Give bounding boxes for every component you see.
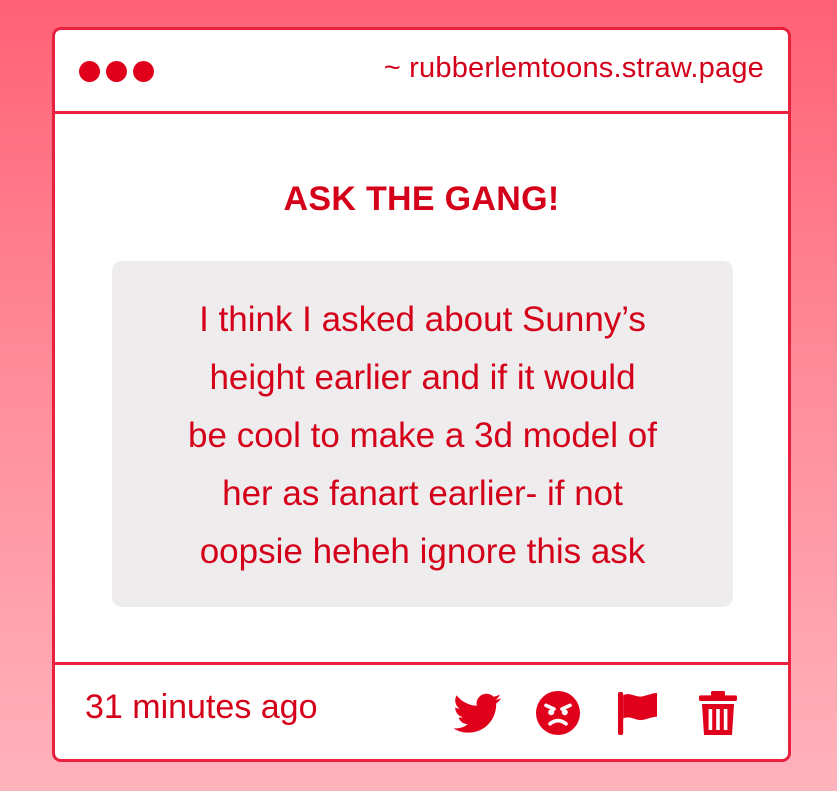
flag-icon[interactable]	[614, 689, 662, 737]
page-title: ASK THE GANG!	[283, 180, 560, 218]
ask-line: I think I asked about Sunny’s	[199, 300, 646, 339]
page-url[interactable]: ~ rubberlemtoons.straw.page	[384, 52, 764, 85]
trash-icon[interactable]	[694, 689, 742, 737]
window-titlebar: ~ rubberlemtoons.straw.page	[55, 30, 788, 114]
card-footer: 31 minutes ago	[55, 662, 788, 759]
window-dot-3	[133, 61, 154, 82]
window-dot-1	[79, 61, 100, 82]
timestamp: 31 minutes ago	[85, 688, 318, 726]
angry-face-icon[interactable]	[534, 689, 582, 737]
twitter-icon[interactable]	[454, 689, 502, 737]
ask-line: be cool to make a 3d model of	[188, 416, 657, 455]
ask-message-box: I think I asked about Sunny’s height ear…	[112, 261, 733, 607]
action-icons	[454, 689, 742, 737]
ask-line: oopsie heheh ignore this ask	[199, 532, 646, 571]
window-dot-2	[106, 61, 127, 82]
ask-message: I think I asked about Sunny’s height ear…	[138, 291, 707, 581]
ask-line: height earlier and if it would	[209, 358, 636, 397]
ask-line: her as fanart earlier- if not	[222, 474, 623, 513]
ask-card: ~ rubberlemtoons.straw.page ASK THE GANG…	[52, 27, 791, 762]
ask-content: ASK THE GANG! I think I asked about Sunn…	[55, 114, 788, 665]
window-controls	[79, 61, 154, 82]
